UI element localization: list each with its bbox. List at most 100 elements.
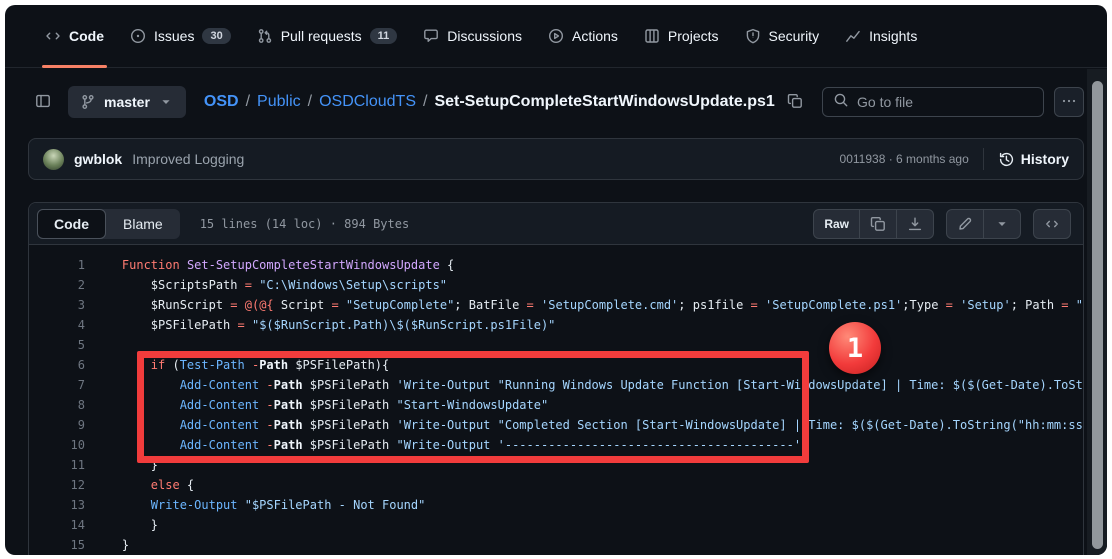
kebab-icon: [1061, 93, 1077, 112]
file-toolbar: master OSD / Public / OSDCloudTS / Set-S…: [28, 86, 1084, 118]
code-blame-tabs: Code Blame: [37, 209, 180, 239]
discussion-icon: [423, 28, 439, 44]
line-number[interactable]: 9: [29, 415, 85, 435]
line-number[interactable]: 3: [29, 295, 85, 315]
nav-item-label: Issues: [154, 28, 194, 44]
latest-commit-bar: gwblok Improved Logging 0011938 · 6 mont…: [28, 138, 1084, 180]
copy-icon: [787, 93, 803, 112]
code-line: 5: [29, 335, 1083, 355]
nav-item-security[interactable]: Security: [735, 5, 830, 67]
search-icon: [833, 92, 849, 113]
line-number[interactable]: 7: [29, 375, 85, 395]
nav-item-label: Insights: [869, 28, 917, 44]
nav-item-discussions[interactable]: Discussions: [413, 5, 532, 67]
line-number[interactable]: 11: [29, 455, 85, 475]
commit-message[interactable]: Improved Logging: [132, 151, 244, 167]
raw-button[interactable]: Raw: [813, 209, 860, 239]
edit-group: [946, 209, 1021, 239]
annotation-number-badge: 1: [829, 322, 881, 374]
breadcrumb-repo-link[interactable]: OSD: [204, 93, 239, 111]
breadcrumb-separator: /: [246, 93, 250, 111]
edit-button[interactable]: [946, 209, 984, 239]
nav-item-label: Pull requests: [281, 28, 362, 44]
branch-selector-button[interactable]: master: [68, 86, 186, 118]
line-content: if (Test-Path -Path $PSFilePath){: [93, 355, 1083, 375]
code-lines: 1 Function Set-SetupCompleteStartWindows…: [29, 255, 1083, 555]
go-to-file-box[interactable]: [822, 87, 1044, 117]
nav-item-insights[interactable]: Insights: [835, 5, 927, 67]
caret-down-icon: [158, 94, 174, 110]
code-line: 9 Add-Content -Path $PSFilePath 'Write-O…: [29, 415, 1083, 435]
repo-nav: Code Issues 30 Pull requests 11 Discussions Ac…: [5, 5, 1107, 68]
file-meta-text: 15 lines (14 loc) · 894 Bytes: [200, 217, 410, 231]
line-content: Add-Content -Path $PSFilePath "Start-Win…: [93, 395, 1083, 415]
line-content: Function Set-SetupCompleteStartWindowsUp…: [93, 255, 1083, 275]
pull-request-icon: [257, 28, 273, 44]
tab-code[interactable]: Code: [37, 209, 106, 239]
nav-item-actions[interactable]: Actions: [538, 5, 628, 67]
code-actions: Raw: [813, 209, 1075, 239]
breadcrumb-dir-link[interactable]: OSDCloudTS: [319, 93, 416, 111]
avatar[interactable]: [43, 149, 64, 170]
issue-icon: [130, 28, 146, 44]
nav-item-code[interactable]: Code: [35, 5, 114, 67]
line-number[interactable]: 13: [29, 495, 85, 515]
line-number[interactable]: 12: [29, 475, 85, 495]
branch-label: master: [104, 94, 150, 110]
line-number[interactable]: 1: [29, 255, 85, 275]
line-content: }: [93, 455, 1083, 475]
line-number[interactable]: 14: [29, 515, 85, 535]
commit-sha-time: 0011938 · 6 months ago: [840, 152, 969, 166]
download-button[interactable]: [897, 209, 934, 239]
line-number[interactable]: 10: [29, 435, 85, 455]
nav-item-label: Security: [769, 28, 820, 44]
code-line: 2 $ScriptsPath = "C:\Windows\Setup\scrip…: [29, 275, 1083, 295]
go-to-file-input[interactable]: [857, 94, 1033, 110]
code-line: 12 else {: [29, 475, 1083, 495]
count-badge: 30: [202, 28, 230, 44]
code-header: Code Blame 15 lines (14 loc) · 894 Bytes…: [29, 203, 1083, 245]
code-line: 15 }: [29, 535, 1083, 555]
breadcrumb-separator: /: [308, 93, 312, 111]
code-line: 1 Function Set-SetupCompleteStartWindows…: [29, 255, 1083, 275]
nav-item-label: Discussions: [447, 28, 522, 44]
commit-author[interactable]: gwblok: [74, 151, 122, 167]
breadcrumb-dir-link[interactable]: Public: [257, 93, 301, 111]
caret-down-icon: [994, 216, 1010, 232]
history-label: History: [1021, 151, 1069, 167]
code-line: 11 }: [29, 455, 1083, 475]
file-tree-toggle-button[interactable]: [28, 87, 58, 117]
line-number[interactable]: 8: [29, 395, 85, 415]
line-number[interactable]: 5: [29, 335, 85, 355]
line-content: }: [93, 515, 1083, 535]
line-number[interactable]: 4: [29, 315, 85, 335]
history-button[interactable]: History: [998, 151, 1069, 167]
nav-item-pull-requests[interactable]: Pull requests 11: [247, 5, 408, 67]
nav-item-label: Projects: [668, 28, 719, 44]
line-content: else {: [93, 475, 1083, 495]
code-line: 8 Add-Content -Path $PSFilePath "Start-W…: [29, 395, 1083, 415]
raw-copy-download-group: Raw: [813, 209, 934, 239]
line-number[interactable]: 6: [29, 355, 85, 375]
scrollbar-thumb[interactable]: [1092, 81, 1103, 549]
code-icon: [45, 28, 61, 44]
commit-meta: 0011938 · 6 months ago History: [840, 148, 1069, 170]
nav-item-label: Actions: [572, 28, 618, 44]
symbols-panel-button[interactable]: [1033, 209, 1071, 239]
nav-item-projects[interactable]: Projects: [634, 5, 729, 67]
copy-path-button[interactable]: [782, 89, 808, 115]
line-content: $ScriptsPath = "C:\Windows\Setup\scripts…: [93, 275, 1083, 295]
line-number[interactable]: 2: [29, 275, 85, 295]
github-file-page: CodeIssues30Pull requests11DiscussionsAc…: [5, 5, 1107, 555]
divider: [983, 148, 984, 170]
edit-dropdown-button[interactable]: [984, 209, 1021, 239]
code-line: 10 Add-Content -Path $PSFilePath "Write-…: [29, 435, 1083, 455]
tab-blame[interactable]: Blame: [106, 209, 180, 239]
more-options-button[interactable]: [1054, 87, 1084, 117]
nav-item-issues[interactable]: Issues 30: [120, 5, 241, 67]
copy-file-button[interactable]: [860, 209, 897, 239]
line-content: $PSFilePath = "$($RunScript.Path)\$($Run…: [93, 315, 1083, 335]
line-number[interactable]: 15: [29, 535, 85, 555]
shield-icon: [745, 28, 761, 44]
count-badge: 11: [370, 28, 398, 44]
